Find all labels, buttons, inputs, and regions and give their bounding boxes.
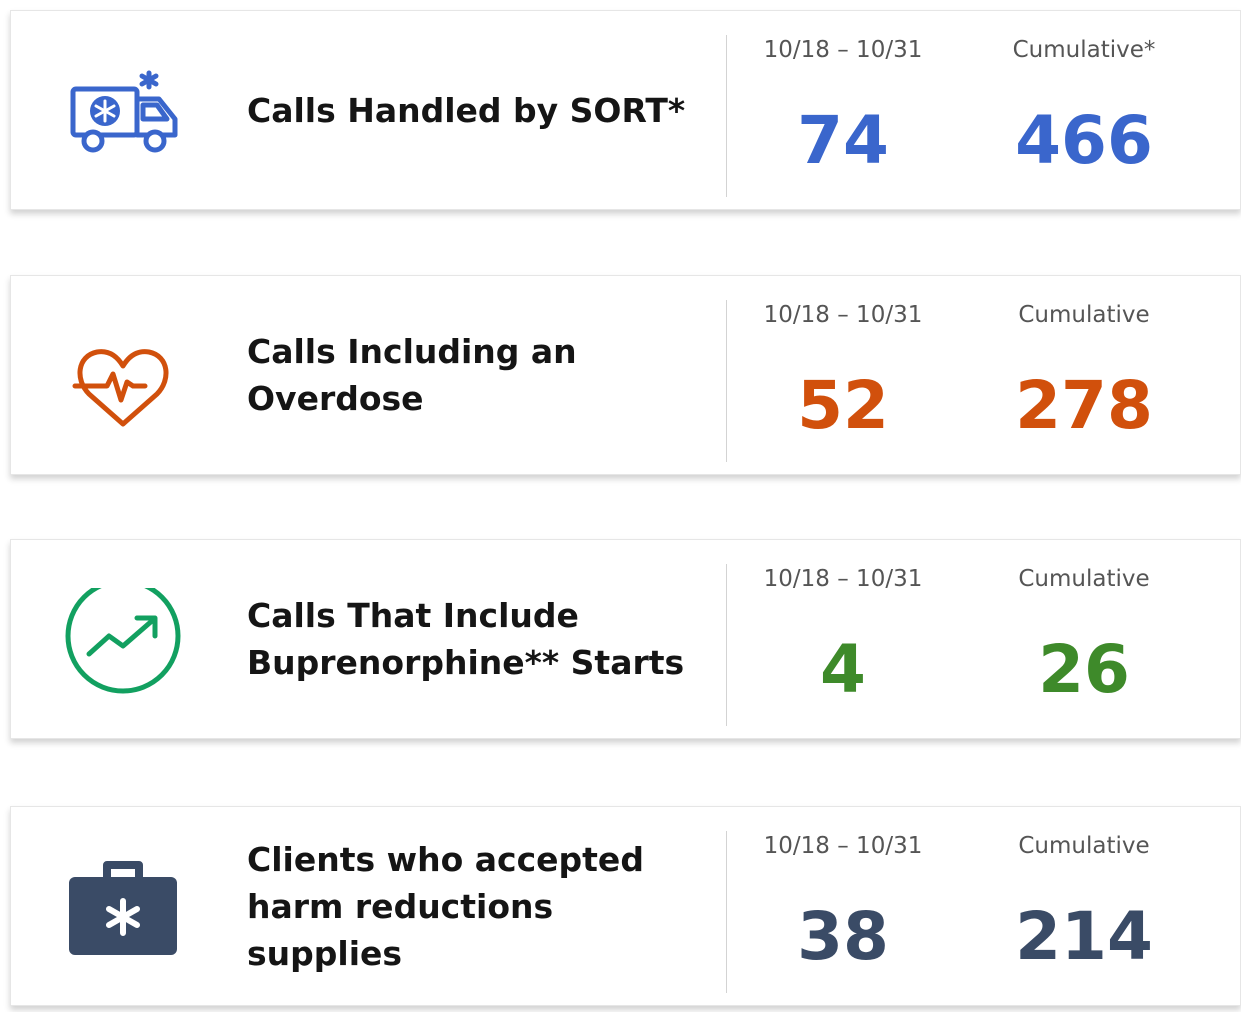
card-label-line: Overdose (247, 379, 424, 418)
stat-card-buprenorphine-calls: Calls That Include Buprenorphine** Start… (10, 539, 1241, 739)
cumulative-label: Cumulative (1018, 302, 1150, 328)
cumulative-value: 26 (1038, 631, 1130, 708)
stat-card-overdose-calls: Calls Including an Overdose 10/18 – 10/3… (10, 275, 1241, 475)
stat-card-harm-reduction: Clients who accepted harm reductions sup… (10, 806, 1241, 1006)
trend-up-icon (63, 588, 183, 708)
cumulative-value: 214 (1015, 898, 1153, 975)
cumulative-label: Cumulative (1018, 833, 1150, 859)
card-label-line: Clients who accepted (247, 839, 644, 879)
card-label-line: Calls That Include (247, 596, 579, 635)
medical-kit-icon (63, 855, 183, 975)
period-label: 10/18 – 10/31 (763, 566, 923, 592)
divider (726, 564, 727, 726)
stat-card-sort-calls: Calls Handled by SORT* 10/18 – 10/31 Cum… (10, 10, 1241, 210)
period-label: 10/18 – 10/31 (763, 37, 923, 63)
period-label: 10/18 – 10/31 (763, 833, 923, 859)
period-value: 74 (797, 102, 889, 179)
divider (726, 831, 727, 993)
card-label: Calls That Include Buprenorphine** Start… (247, 540, 717, 738)
card-label-line: Calls Handled by SORT* (247, 90, 686, 130)
cumulative-value: 278 (1015, 367, 1153, 444)
cumulative-label: Cumulative (1018, 566, 1150, 592)
cumulative-value: 466 (1015, 102, 1153, 179)
card-label: Clients who accepted harm reductions sup… (247, 807, 717, 1005)
card-label-line: Buprenorphine** Starts (247, 643, 685, 682)
heart-pulse-icon (63, 324, 183, 444)
card-label-line: Calls Including an (247, 332, 577, 371)
period-value: 4 (820, 631, 866, 708)
period-value: 38 (797, 898, 889, 975)
card-label: Calls Including an Overdose (247, 276, 717, 474)
divider (726, 35, 727, 197)
cumulative-label: Cumulative* (1012, 37, 1156, 63)
divider (726, 300, 727, 462)
period-value: 52 (797, 367, 889, 444)
card-label-line: harm reductions supplies (247, 886, 554, 973)
card-label: Calls Handled by SORT* (247, 11, 717, 209)
ambulance-icon (63, 59, 183, 179)
period-label: 10/18 – 10/31 (763, 302, 923, 328)
